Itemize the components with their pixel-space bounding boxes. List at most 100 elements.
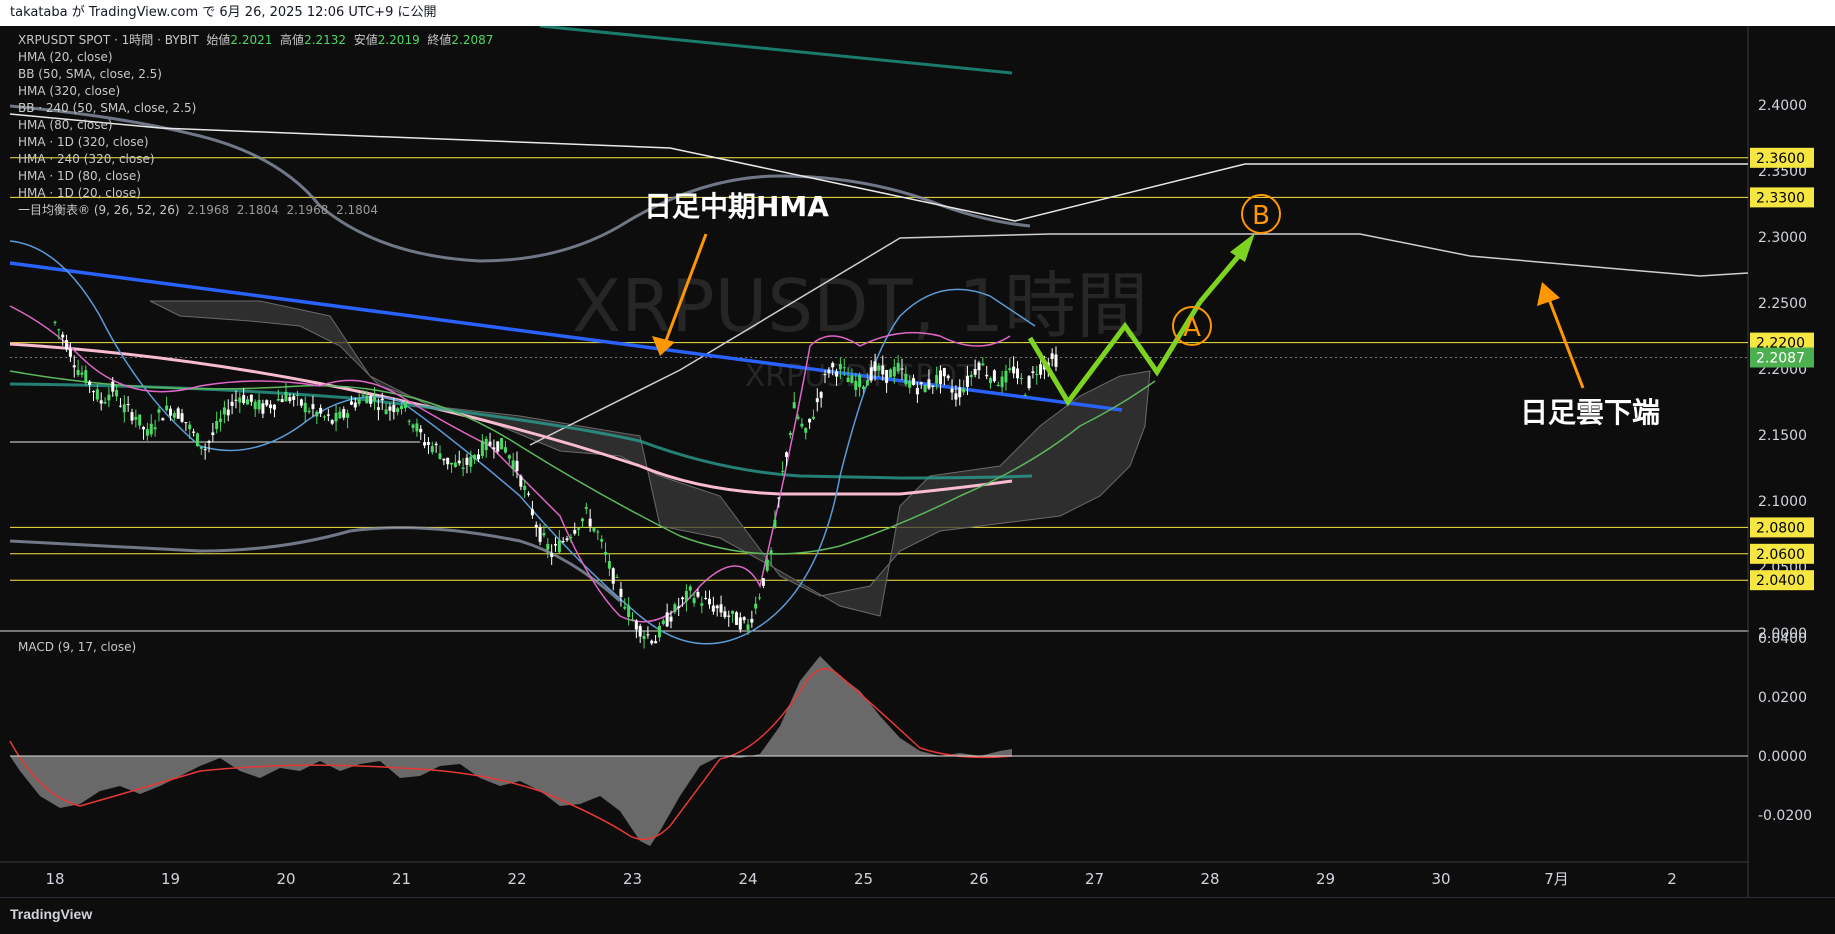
- candle-body: [989, 378, 993, 384]
- candle-body: [696, 592, 700, 597]
- time-tick-label: 7月: [1544, 870, 1569, 888]
- candle-body: [299, 399, 303, 406]
- candle-body: [334, 412, 338, 422]
- candle-body: [519, 475, 523, 487]
- candle-body: [850, 375, 854, 383]
- candle-body: [865, 380, 869, 386]
- indicator-row[interactable]: BB (50, SMA, close, 2.5): [18, 66, 493, 83]
- indicator-row[interactable]: HMA (80, close): [18, 117, 493, 134]
- point-a-label: A: [1183, 313, 1201, 343]
- macd-label[interactable]: MACD (9, 17, close): [18, 640, 136, 654]
- time-tick-label: 28: [1200, 870, 1219, 888]
- candle-body: [927, 379, 931, 389]
- candle-body: [785, 452, 788, 457]
- candle-body: [80, 372, 84, 375]
- point-b-label: B: [1252, 201, 1270, 231]
- candle-body: [357, 399, 361, 404]
- candle-body: [503, 447, 507, 453]
- candle-body: [719, 604, 723, 613]
- candle-body: [461, 467, 465, 469]
- indicator-row[interactable]: HMA · 240 (320, close): [18, 151, 493, 168]
- candle-body: [1039, 364, 1043, 375]
- candle-body: [800, 423, 804, 427]
- candle-body: [342, 409, 346, 418]
- candle-body: [488, 441, 492, 446]
- candle-body: [611, 568, 615, 584]
- candle-body: [246, 399, 249, 405]
- candle-body: [207, 441, 211, 443]
- candle-body: [415, 423, 419, 432]
- price-tick-label: 2.1500: [1758, 428, 1807, 444]
- candle-body: [557, 540, 561, 553]
- macd-tick-label: -0.0200: [1758, 808, 1812, 824]
- candle-body: [819, 392, 823, 398]
- candle-body: [453, 462, 457, 467]
- candle-body: [1016, 368, 1019, 379]
- candle-body: [84, 370, 88, 384]
- candle-body: [896, 362, 900, 372]
- candle-body: [623, 606, 627, 609]
- ichimoku-row[interactable]: 一目均衡表® (9, 26, 52, 26) 2.1968 2.1804 2.1…: [18, 202, 493, 219]
- indicator-row[interactable]: BB · 240 (50, SMA, close, 2.5): [18, 100, 493, 117]
- candle-body: [642, 635, 646, 640]
- indicator-row[interactable]: HMA (20, close): [18, 49, 493, 66]
- candle-body: [657, 625, 661, 638]
- macd-tick-label: 0.0000: [1758, 749, 1807, 765]
- candle-body: [615, 576, 619, 578]
- tradingview-logo[interactable]: TradingView: [10, 906, 92, 922]
- candle-body: [981, 363, 985, 366]
- candle-body: [145, 429, 149, 436]
- candle-body: [392, 404, 396, 413]
- symbol-name[interactable]: XRPUSDT SPOT · 1時間 · BYBIT: [18, 33, 199, 47]
- candle-body: [546, 543, 550, 550]
- candle-body: [815, 398, 819, 403]
- candle-body: [565, 538, 569, 541]
- indicator-row[interactable]: HMA · 1D (320, close): [18, 134, 493, 151]
- candle-body: [731, 610, 735, 614]
- candle-body: [407, 420, 411, 422]
- candle-body: [977, 362, 981, 371]
- indicator-row[interactable]: HMA (320, close): [18, 83, 493, 100]
- candle-body: [604, 552, 608, 555]
- candle-body: [1012, 366, 1016, 374]
- candle-body: [57, 329, 61, 331]
- candle-body: [523, 485, 527, 490]
- candle-body: [692, 598, 696, 604]
- candle-body: [688, 586, 692, 591]
- indicator-row[interactable]: HMA · 1D (20, close): [18, 185, 493, 202]
- candle-body: [811, 416, 815, 419]
- ichimoku-value: 2.1968: [187, 203, 230, 217]
- level-label: 2.3300: [1756, 190, 1805, 206]
- candle-body: [550, 552, 554, 558]
- candle-body: [242, 395, 246, 404]
- candle-body: [746, 624, 750, 630]
- candle-body: [631, 619, 634, 621]
- candle-body: [226, 409, 230, 416]
- candle-body: [269, 404, 273, 409]
- candle-body: [346, 413, 350, 418]
- candle-body: [419, 428, 423, 433]
- candle-body: [1023, 394, 1027, 396]
- candle-body: [969, 374, 973, 378]
- candle-body: [715, 605, 719, 609]
- candle-body: [761, 578, 765, 586]
- candle-body: [912, 378, 916, 385]
- high-label: 高値: [280, 33, 305, 47]
- candle-body: [423, 442, 427, 446]
- time-tick-label: 29: [1316, 870, 1335, 888]
- candle-body: [349, 401, 353, 405]
- candle-body: [750, 618, 754, 623]
- candle-body: [500, 438, 504, 450]
- candle-body: [511, 460, 515, 469]
- candle-body: [72, 365, 76, 368]
- candle-body: [600, 539, 604, 542]
- candle-body: [103, 401, 107, 404]
- candle-body: [380, 398, 384, 401]
- candle-body: [835, 371, 839, 377]
- indicator-row[interactable]: HMA · 1D (80, close): [18, 168, 493, 185]
- candle-body: [915, 387, 919, 395]
- candle-body: [1004, 370, 1008, 383]
- footer-bar: TradingView: [0, 897, 1835, 934]
- time-tick-label: 30: [1431, 870, 1450, 888]
- candle-body: [654, 641, 658, 644]
